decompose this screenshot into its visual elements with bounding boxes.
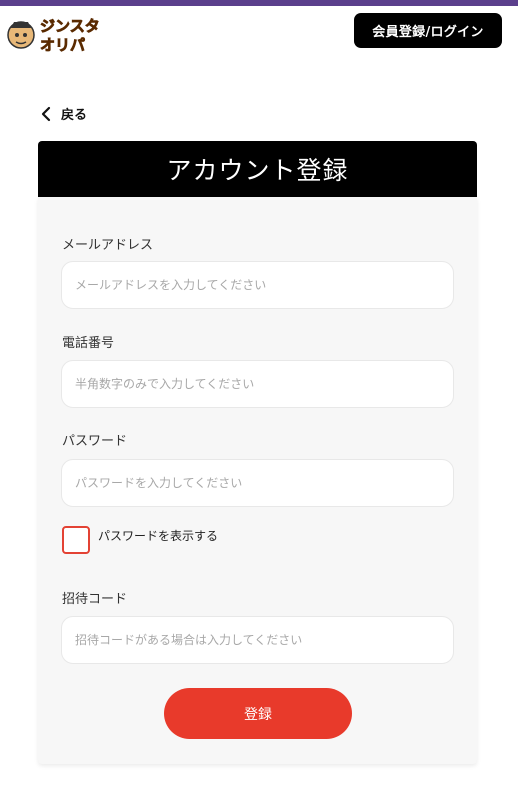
site-header: ジンスタ オリパ 会員登録/ログイン	[0, 6, 518, 60]
back-label: 戻る	[61, 108, 88, 123]
phone-label: 電話番号	[62, 336, 115, 351]
logo-text-bottom: オリパ	[40, 36, 85, 54]
back-link[interactable]: 戻る	[40, 104, 87, 123]
chevron-left-icon	[41, 106, 51, 121]
password-field[interactable]	[61, 459, 454, 507]
form-title: アカウント登録	[38, 141, 477, 197]
register-submit-button[interactable]: 登録	[164, 688, 352, 739]
logo-text-top: ジンスタ	[40, 17, 100, 35]
show-password-label: パスワードを表示する	[98, 528, 219, 543]
site-logo[interactable]: ジンスタ オリパ	[6, 12, 118, 56]
show-password-checkbox[interactable]	[62, 526, 90, 554]
logo-graphic: ジンスタ オリパ	[7, 17, 100, 54]
show-password-row[interactable]: パスワードを表示する	[62, 526, 218, 554]
password-label: パスワード	[62, 434, 128, 449]
phone-field[interactable]	[61, 360, 454, 408]
email-label: メールアドレス	[62, 238, 154, 253]
invite-code-field[interactable]	[61, 616, 454, 664]
invite-code-label: 招待コード	[62, 592, 128, 607]
email-field[interactable]	[61, 261, 454, 309]
login-register-button[interactable]: 会員登録/ログイン	[354, 13, 502, 48]
